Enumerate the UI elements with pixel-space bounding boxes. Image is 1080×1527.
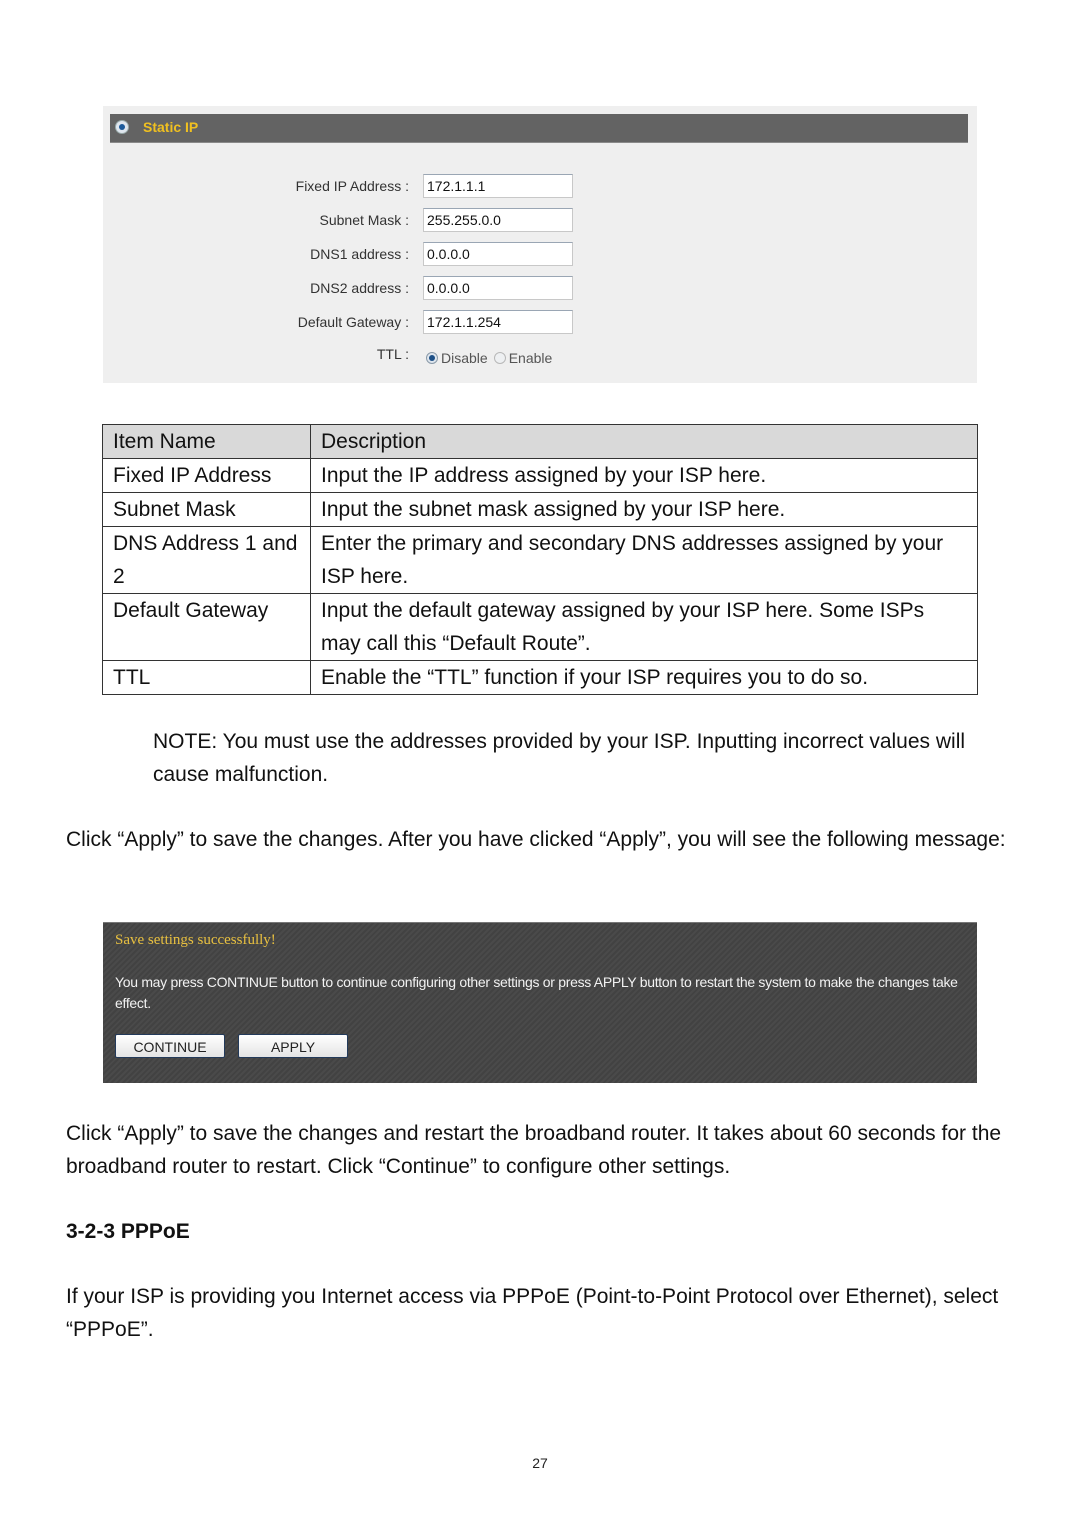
static-ip-panel: Static IP Fixed IP Address : Subnet Mask…	[103, 106, 977, 383]
row-description: Enter the primary and secondary DNS addr…	[310, 526, 978, 594]
pppoe-instruction-text: If your ISP is providing you Internet ac…	[66, 1285, 999, 1341]
form-row-subnet-mask: Subnet Mask :	[103, 208, 977, 234]
row-item-name: TTL	[102, 660, 311, 695]
form-row-dns1: DNS1 address :	[103, 242, 977, 268]
save-message-body: You may press CONTINUE button to continu…	[115, 974, 958, 1011]
ttl-enable-label: Enable	[508, 350, 553, 366]
subnet-mask-label: Subnet Mask :	[319, 212, 410, 228]
dns2-input[interactable]	[423, 276, 573, 300]
default-gateway-input[interactable]	[423, 310, 573, 334]
ttl-disable-radio[interactable]	[426, 352, 438, 364]
fixed-ip-input[interactable]	[423, 174, 573, 198]
table-header-row: Item Name Description	[102, 424, 978, 459]
ttl-disable-label: Disable	[441, 350, 488, 366]
save-message-title: Save settings successfully!	[115, 932, 276, 948]
table-row: Default Gateway Input the default gatewa…	[102, 593, 978, 661]
note-text: NOTE: You must use the addresses provide…	[153, 730, 966, 786]
form-row-ttl: TTL : Disable Enable	[103, 344, 977, 370]
row-description: Input the subnet mask assigned by your I…	[310, 492, 978, 527]
row-item-name: DNS Address 1 and 2	[102, 526, 311, 594]
static-ip-title: Static IP	[143, 119, 199, 135]
ttl-options: Disable Enable	[426, 350, 552, 366]
ttl-enable-radio[interactable]	[493, 352, 506, 364]
section-heading: 3-2-3 PPPoE	[66, 1220, 190, 1243]
save-message-panel: Save settings successfully! You may pres…	[103, 922, 977, 1083]
static-ip-header: Static IP	[110, 114, 968, 143]
table-row: TTL Enable the “TTL” function if your IS…	[102, 660, 978, 695]
subnet-mask-input[interactable]	[423, 208, 573, 232]
dns1-label: DNS1 address :	[310, 246, 409, 262]
apply-button[interactable]: APPLY	[238, 1034, 348, 1058]
dns1-input[interactable]	[423, 242, 573, 266]
fixed-ip-label: Fixed IP Address :	[295, 178, 409, 194]
restart-instruction-text: Click “Apply” to save the changes and re…	[66, 1122, 1002, 1178]
row-description: Enable the “TTL” function if your ISP re…	[310, 660, 978, 695]
apply-instruction-text: Click “Apply” to save the changes. After…	[66, 828, 1006, 851]
item-description-table: Item Name Description Fixed IP Address I…	[102, 424, 978, 695]
page-number: 27	[532, 1455, 548, 1471]
row-item-name: Fixed IP Address	[102, 458, 311, 493]
row-description: Input the IP address assigned by your IS…	[310, 458, 978, 493]
row-item-name: Subnet Mask	[102, 492, 311, 527]
table-row: Fixed IP Address Input the IP address as…	[102, 458, 978, 493]
table-row: Subnet Mask Input the subnet mask assign…	[102, 492, 978, 527]
form-row-fixed-ip: Fixed IP Address :	[103, 174, 977, 200]
header-item-name: Item Name	[102, 424, 311, 459]
header-description: Description	[310, 424, 978, 459]
dns2-label: DNS2 address :	[310, 280, 409, 296]
static-ip-radio-icon[interactable]	[116, 121, 128, 133]
table-row: DNS Address 1 and 2 Enter the primary an…	[102, 526, 978, 594]
form-row-dns2: DNS2 address :	[103, 276, 977, 302]
default-gateway-label: Default Gateway :	[297, 314, 409, 330]
continue-button[interactable]: CONTINUE	[115, 1034, 225, 1058]
form-row-default-gateway: Default Gateway :	[103, 310, 977, 336]
row-item-name: Default Gateway	[102, 593, 311, 661]
row-description: Input the default gateway assigned by yo…	[310, 593, 978, 661]
ttl-label: TTL :	[376, 346, 409, 362]
